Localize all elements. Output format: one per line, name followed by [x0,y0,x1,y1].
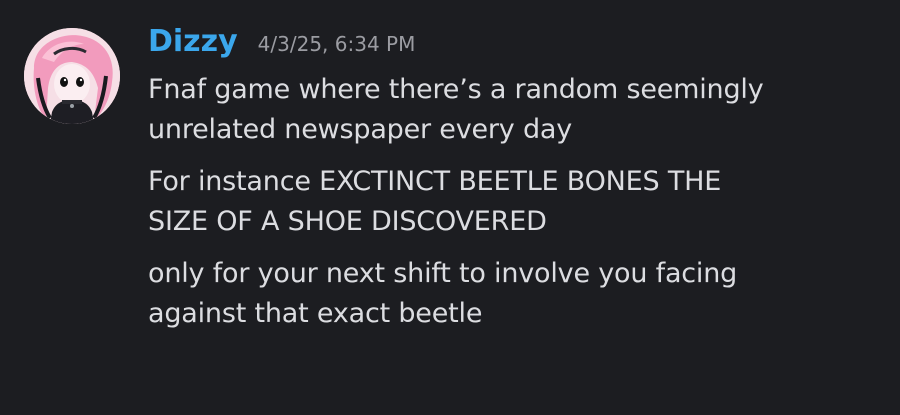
message-line: For instance EXCTINCT BEETLE BONES THE S… [148,166,722,237]
chat-message: Dizzy 4/3/25, 6:34 PM Fnaf game where th… [0,0,900,415]
user-avatar[interactable] [24,28,120,124]
message-line: only for your next shift to involve you … [148,258,738,329]
message-timestamp[interactable]: 4/3/25, 6:34 PM [258,32,416,56]
avatar-drawing-icon [24,28,120,124]
message-header: Dizzy 4/3/25, 6:34 PM [148,24,860,68]
author-username[interactable]: Dizzy [148,24,238,59]
message-line: Fnaf game where there’s a random seeming… [148,74,764,145]
message-content: Dizzy 4/3/25, 6:34 PM Fnaf game where th… [148,24,860,334]
